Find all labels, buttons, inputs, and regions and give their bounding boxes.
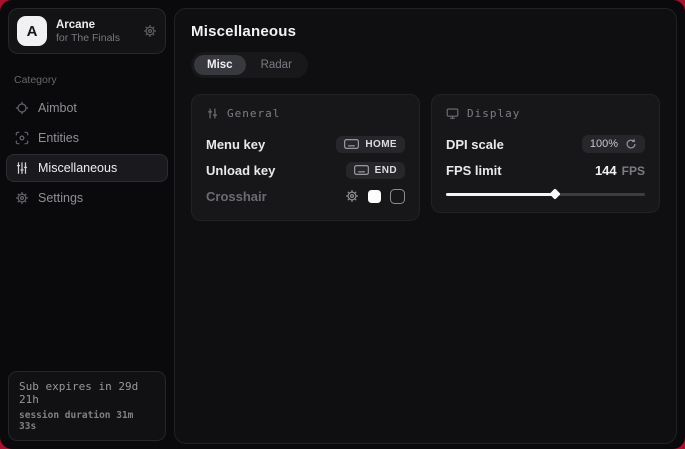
menu-key-row: Menu key HOME	[206, 132, 405, 156]
crosshair-checkbox[interactable]	[390, 189, 405, 204]
sidebar-item-aimbot[interactable]: Aimbot	[6, 94, 168, 122]
sliders-icon	[15, 161, 29, 175]
fps-limit-row: FPS limit 144 FPS	[446, 158, 645, 182]
tab-bar: Misc Radar	[191, 52, 308, 78]
unload-key-row: Unload key END	[206, 158, 405, 182]
sub-expiry-text: Sub expires in 29d 21h	[19, 380, 155, 406]
sidebar-item-entities[interactable]: Entities	[6, 124, 168, 152]
app-window: A Arcane for The Finals Category	[0, 0, 685, 449]
dpi-scale-value: 100%	[590, 138, 618, 150]
sidebar-item-label: Miscellaneous	[38, 161, 117, 175]
crosshair-row: Crosshair	[206, 184, 405, 208]
brand-subtitle: for The Finals	[56, 32, 134, 44]
crosshair-settings-gear-icon[interactable]	[345, 189, 359, 203]
category-label: Category	[14, 74, 160, 86]
sidebar-item-label: Entities	[38, 131, 79, 145]
gear-icon	[15, 191, 29, 205]
keyboard-icon	[354, 165, 369, 175]
dpi-scale-row: DPI scale 100%	[446, 132, 645, 156]
unload-keybind-button[interactable]: END	[346, 162, 405, 179]
sliders-small-icon	[206, 107, 219, 120]
fps-limit-label: FPS limit	[446, 163, 502, 178]
tab-radar[interactable]: Radar	[248, 55, 305, 75]
sidebar: A Arcane for The Finals Category	[0, 0, 174, 449]
crosshair-color-swatch[interactable]	[368, 190, 381, 203]
sidebar-item-miscellaneous[interactable]: Miscellaneous	[6, 154, 168, 182]
monitor-icon	[446, 107, 459, 120]
brand-settings-gear-icon[interactable]	[143, 24, 157, 38]
session-duration-text: session duration 31m 33s	[19, 410, 155, 432]
tab-misc[interactable]: Misc	[194, 55, 246, 75]
general-card-title: General	[227, 107, 280, 120]
fps-limit-unit: FPS	[622, 164, 645, 178]
fps-limit-slider[interactable]	[446, 188, 645, 200]
fps-slider-fill	[446, 193, 555, 196]
avatar: A	[17, 16, 47, 46]
dpi-scale-label: DPI scale	[446, 137, 504, 152]
general-card: General Menu key HOME	[191, 94, 420, 221]
sidebar-item-label: Settings	[38, 191, 83, 205]
sidebar-item-label: Aimbot	[38, 101, 77, 115]
menu-key-label: Menu key	[206, 137, 265, 152]
fps-limit-value: 144	[595, 163, 617, 178]
dpi-scale-button[interactable]: 100%	[582, 135, 645, 153]
brand-title: Arcane	[56, 19, 134, 31]
display-card-title: Display	[467, 107, 520, 120]
page-title: Miscellaneous	[191, 23, 660, 40]
keyboard-icon	[344, 139, 359, 149]
display-card: Display DPI scale 100%	[431, 94, 660, 213]
unload-key-label: Unload key	[206, 163, 275, 178]
brand-card: A Arcane for The Finals	[8, 8, 166, 54]
cycle-icon	[625, 138, 637, 150]
menu-keybind-button[interactable]: HOME	[336, 136, 405, 153]
crosshair-label: Crosshair	[206, 189, 267, 204]
subscription-card: Sub expires in 29d 21h session duration …	[8, 371, 166, 441]
fps-slider-thumb[interactable]	[550, 188, 561, 199]
sidebar-nav: Aimbot Entities Miscella	[0, 94, 174, 212]
crosshair-icon	[15, 101, 29, 115]
scan-icon	[15, 131, 29, 145]
sidebar-item-settings[interactable]: Settings	[6, 184, 168, 212]
main-panel: Miscellaneous Misc Radar General	[174, 8, 677, 444]
